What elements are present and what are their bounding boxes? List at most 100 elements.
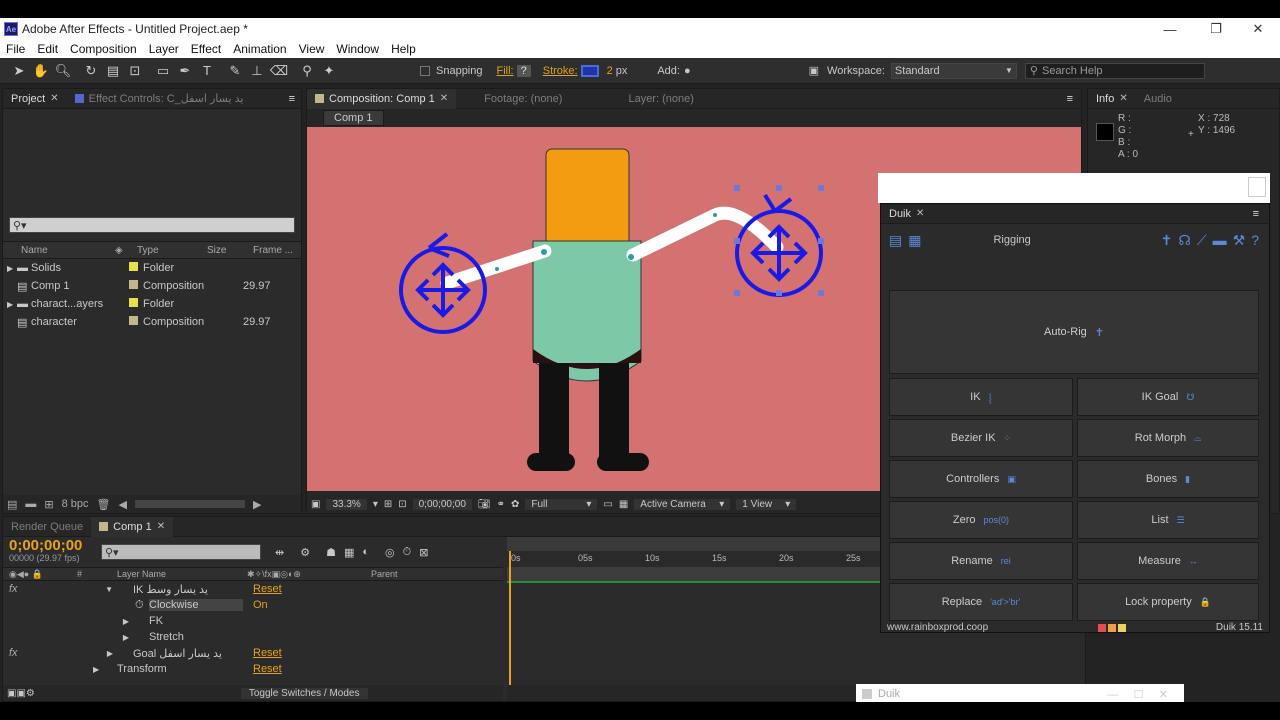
composition-mini-flowchart-icon[interactable]: ⇹ [275,546,284,559]
duik-close-box[interactable] [1248,177,1266,197]
workspace-select[interactable]: Standard ▼ [890,62,1017,79]
new-folder-icon[interactable]: ▬ [25,498,36,510]
animation-icon[interactable]: ☊ [1178,232,1190,249]
property-value[interactable]: On [243,599,268,611]
tab-audio[interactable]: Audio [1136,89,1180,109]
pan-behind-tool-icon[interactable]: ⊡ [124,60,146,82]
bpc-label[interactable]: 8 bpc [62,498,89,510]
eraser-tool-icon[interactable]: ⌫ [268,60,290,82]
timeline-row[interactable]: fx ▶ Goal يد يسار اسفل Reset [3,645,503,661]
label-color-icon[interactable] [129,280,138,289]
menu-view[interactable]: View [293,42,331,56]
close-icon[interactable]: ✕ [916,208,924,219]
snapping-checkbox[interactable] [420,65,430,76]
twirl-arrow-icon[interactable]: ▶ [93,633,135,642]
menu-animation[interactable]: Animation [227,42,292,56]
expand-switches-icon[interactable]: ▣▣⚙ [7,688,35,699]
duik-mini-controls[interactable]: — ☐ ✕ [1107,688,1168,701]
col-name[interactable]: Name [3,245,115,256]
switches-icons[interactable]: ✱✧\fx▣◎◐⊕ [247,569,371,580]
stopwatch-icon[interactable]: ⏱ [403,546,412,559]
col-size[interactable]: Size [207,245,253,256]
duik-url[interactable]: www.rainboxprod.coop [887,622,988,633]
menu-help[interactable]: Help [385,42,422,56]
timeline-timecode[interactable]: 0;00;00;00 [9,538,101,553]
fx-icon[interactable]: fx [3,583,93,595]
menu-effect[interactable]: Effect [185,42,227,56]
project-item[interactable]: ▤ character Composition 29.97 [3,313,301,331]
comp-timecode[interactable]: 0;00;00;00 [412,498,472,510]
tab-info[interactable]: Info ✕ [1088,89,1136,109]
project-item[interactable]: ▤ Comp 1 Composition 29.97 [3,277,301,295]
camera-icon[interactable]: ▬ [1213,232,1227,248]
transparency-grid-icon[interactable]: ▦ [619,499,628,510]
duik-window-titlebar[interactable] [878,173,1270,203]
trash-icon[interactable]: 🗑 [97,498,111,511]
duik-bezier-ik-button[interactable]: Bezier IK ⁘ [889,419,1073,457]
vr-icon[interactable]: ▣ [809,64,819,77]
stroke-label[interactable]: Stroke: [543,65,578,77]
camera-select[interactable]: Active Camera ▾ [634,498,731,510]
panel-menu-icon[interactable]: ≡ [289,93,295,105]
scroll-right-icon[interactable]: ▶ [253,498,261,511]
duik-replace-button[interactable]: Replace 'ad'>'br' [889,583,1073,621]
shy-icon[interactable]: ☗ [326,546,336,559]
menu-file[interactable]: File [0,42,31,56]
menu-composition[interactable]: Composition [64,42,143,56]
av-switches-icon[interactable]: ◉◀● 🔒 [3,569,77,580]
region-icon[interactable]: ⊡ [398,499,406,510]
duik-ik-goal-button[interactable]: IK Goal ☋ [1077,378,1259,416]
menu-edit[interactable]: Edit [31,42,64,56]
help-icon[interactable]: ? [1251,232,1259,248]
fill-label[interactable]: Fill: [497,65,514,77]
frame-blend-icon[interactable]: ▦ [344,546,354,559]
type-tool-icon[interactable]: T [196,60,218,82]
timeline-row[interactable]: fx ▼ IK يد يسار وسط Reset [3,581,503,597]
fill-swatch[interactable]: ? [516,64,531,77]
settings-icon[interactable]: ⚒ [1233,232,1246,249]
project-search-input[interactable]: ⚲▾ [9,217,295,233]
joint-point[interactable] [541,249,547,255]
duik-controllers-button[interactable]: Controllers ▣ [889,460,1073,498]
panel-menu-icon[interactable]: ≡ [1253,208,1259,220]
close-icon[interactable]: ✕ [440,93,448,104]
expand-arrow-icon[interactable]: ▶ [3,264,17,273]
close-button[interactable]: ✕ [1236,18,1280,40]
menu-layer[interactable]: Layer [143,42,185,56]
project-item[interactable]: ▶ ▬ charact...ayers Folder [3,295,301,313]
graph-editor-icon[interactable]: ◎ [385,546,395,559]
tab-render-queue[interactable]: Render Queue [3,517,91,537]
always-preview-icon[interactable]: ▣ [311,499,320,510]
duik-rot-morph-button[interactable]: Rot Morph ⌓ [1077,419,1259,457]
duik-bones-button[interactable]: Bones ▮ [1077,460,1259,498]
curve-icon[interactable]: ⟋ [1197,232,1207,249]
stroke-width-value[interactable]: 2 [607,65,613,77]
toggle-switches-button[interactable]: Toggle Switches / Modes [240,687,368,699]
channel-icon[interactable]: ✿ [511,499,519,510]
zoom-tool-icon[interactable]: 🔍︎ [52,60,74,82]
roto-brush-icon[interactable]: ⚲ [296,60,318,82]
project-item[interactable]: ▶ ▬ Solids Folder [3,259,301,277]
twirl-arrow-icon[interactable]: ▼ [93,585,119,594]
close-icon[interactable]: ✕ [157,521,165,532]
close-icon[interactable]: ✕ [50,93,58,104]
label-color-icon[interactable] [129,316,138,325]
minimize-button[interactable]: — [1148,18,1192,40]
duik-list-icon[interactable]: ▤ [889,232,902,249]
tab-footage[interactable]: Footage: (none) [476,89,570,109]
draft-3d-icon[interactable]: ⚙ [300,546,310,559]
rotate-tool-icon[interactable]: ↻ [80,60,102,82]
joint-point[interactable] [713,213,717,217]
timeline-row[interactable]: ⏱ Clockwise On [3,597,503,613]
tab-comp1[interactable]: Comp 1 ✕ [91,516,174,537]
property-value[interactable]: Reset [243,663,282,675]
camera-tool-icon[interactable]: ▤ [102,60,124,82]
interpret-footage-icon[interactable]: ▤ [7,498,17,511]
pen-tool-icon[interactable]: ✒ [174,60,196,82]
brainstorm-icon[interactable]: ⊠ [419,546,428,559]
timeline-row[interactable]: ▶ Transform Reset [3,661,503,677]
views-select[interactable]: 1 View ▾ [736,498,797,510]
auto-rig-button[interactable]: Auto-Rig ✝ [889,290,1259,374]
property-value[interactable]: Reset [243,583,282,595]
hand-tool-icon[interactable]: ✋ [30,60,52,82]
